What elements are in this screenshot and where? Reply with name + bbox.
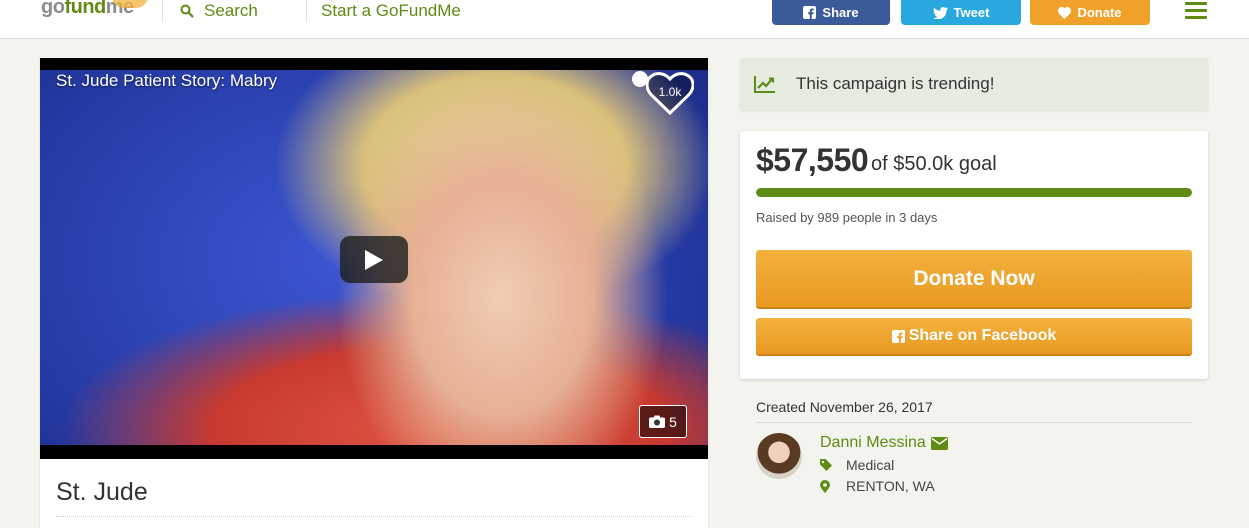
divider [162, 0, 163, 22]
progress-bar [756, 188, 1192, 197]
start-gofundme-link[interactable]: Start a GoFundMe [321, 1, 461, 21]
share-on-facebook-label: Share on Facebook [908, 327, 1057, 344]
heart-icon [1058, 6, 1072, 19]
top-header: gofundme Search Start a GoFundMe Share T… [0, 0, 1249, 39]
organizer-avatar[interactable] [756, 433, 802, 479]
map-pin-icon [820, 479, 830, 493]
search-label: Search [204, 1, 258, 20]
divider [306, 0, 307, 22]
donate-label: Donate [1077, 5, 1122, 20]
campaign-media-card: St. Jude Patient Story: Mabry 1.0k 5 St.… [40, 58, 708, 528]
share-label: Share [822, 5, 859, 20]
facebook-icon [803, 6, 817, 19]
divider [56, 516, 692, 517]
trending-chart-icon [754, 76, 775, 93]
play-icon [365, 249, 383, 270]
divider [756, 422, 1192, 423]
photo-gallery-button[interactable]: 5 [639, 405, 687, 438]
search-icon [180, 4, 194, 18]
amount-raised: $57,550 [756, 142, 869, 178]
created-date: Created November 26, 2017 [756, 399, 933, 415]
organizer-name: Danni Messina [820, 434, 926, 451]
campaign-video[interactable]: St. Jude Patient Story: Mabry 1.0k 5 [40, 58, 708, 459]
category-label: Medical [846, 457, 895, 473]
tag-icon [820, 459, 832, 471]
share-button[interactable]: Share [772, 0, 890, 25]
campaign-title: St. Jude [56, 478, 148, 506]
donate-button[interactable]: Donate [1030, 0, 1150, 25]
progress-fill [756, 188, 1192, 197]
envelope-icon[interactable] [930, 436, 948, 450]
donate-now-button[interactable]: Donate Now [756, 250, 1192, 307]
tweet-button[interactable]: Tweet [901, 0, 1021, 25]
play-button[interactable] [340, 236, 408, 283]
location-label: RENTON, WA [846, 478, 935, 494]
hamburger-menu-icon[interactable] [1185, 2, 1207, 23]
share-on-facebook-button[interactable]: Share on Facebook [756, 318, 1192, 354]
twitter-icon [932, 6, 948, 19]
photo-count: 5 [669, 413, 677, 430]
trending-banner: This campaign is trending! [740, 58, 1208, 110]
donation-card: $57,550 of $50.0k goal Raised by 989 peo… [740, 131, 1208, 379]
raised-by-text: Raised by 989 people in 3 days [756, 210, 938, 225]
heart-count: 1.0k [658, 85, 682, 99]
facebook-icon [891, 329, 905, 343]
goal-text: of $50.0k goal [871, 153, 997, 175]
trending-text: This campaign is trending! [796, 74, 995, 93]
organizer-location: RENTON, WA [820, 478, 935, 494]
organizer-name-link[interactable]: Danni Messina [820, 434, 948, 452]
search-link[interactable]: Search [180, 1, 258, 21]
video-title: St. Jude Patient Story: Mabry [56, 71, 278, 90]
camera-icon [649, 415, 666, 428]
tweet-label: Tweet [953, 5, 990, 20]
organizer-category: Medical [820, 457, 894, 473]
